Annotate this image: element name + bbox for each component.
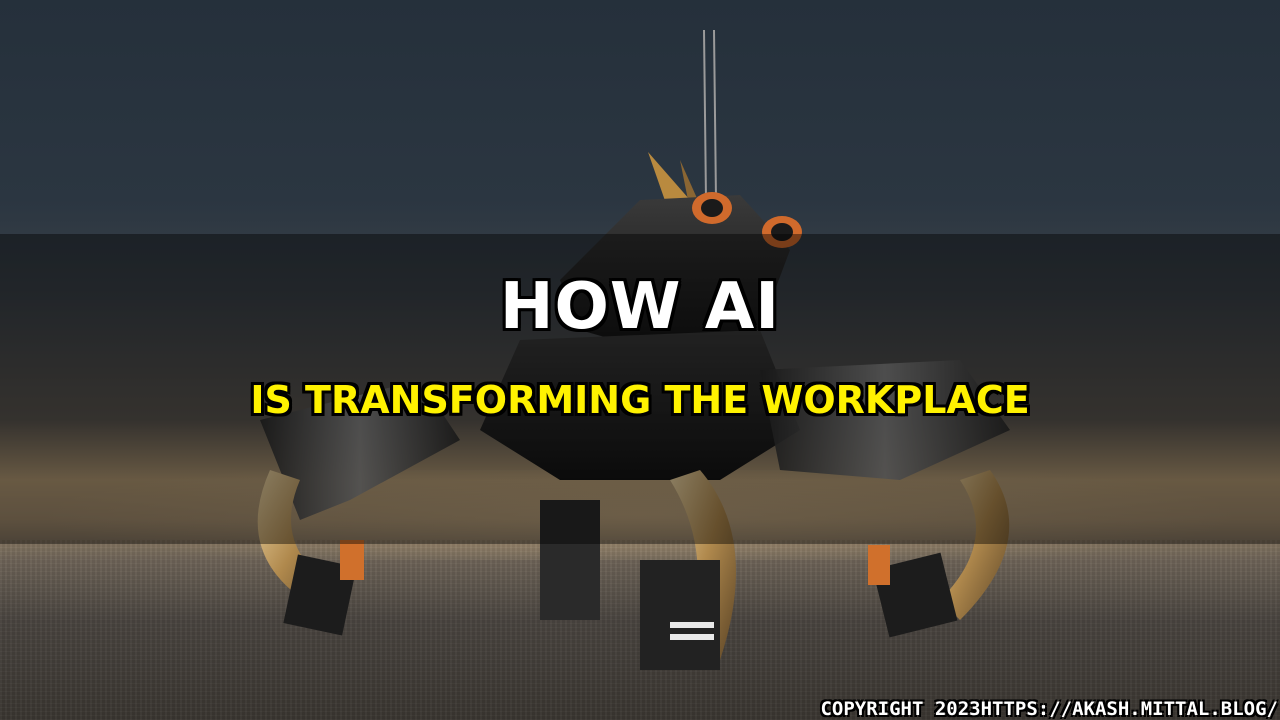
- antenna-right: [713, 29, 717, 201]
- foot-stripe-1: [670, 622, 714, 628]
- headline-subtitle: IS TRANSFORMING THE WORKPLACE: [250, 378, 1030, 422]
- foot-stripe-2: [670, 634, 714, 640]
- hero-image: HOW AI IS TRANSFORMING THE WORKPLACE COP…: [0, 0, 1280, 720]
- leg-front-foot: [640, 560, 720, 670]
- antenna-left: [703, 29, 707, 201]
- headline-title: HOW AI: [499, 270, 781, 344]
- leg-left-joint: [340, 540, 364, 580]
- copyright-notice: COPYRIGHT 2023HTTPS://AKASH.MITTAL.BLOG/: [820, 698, 1278, 720]
- leg-right-joint: [868, 545, 890, 585]
- cannon-left-bore: [701, 199, 723, 217]
